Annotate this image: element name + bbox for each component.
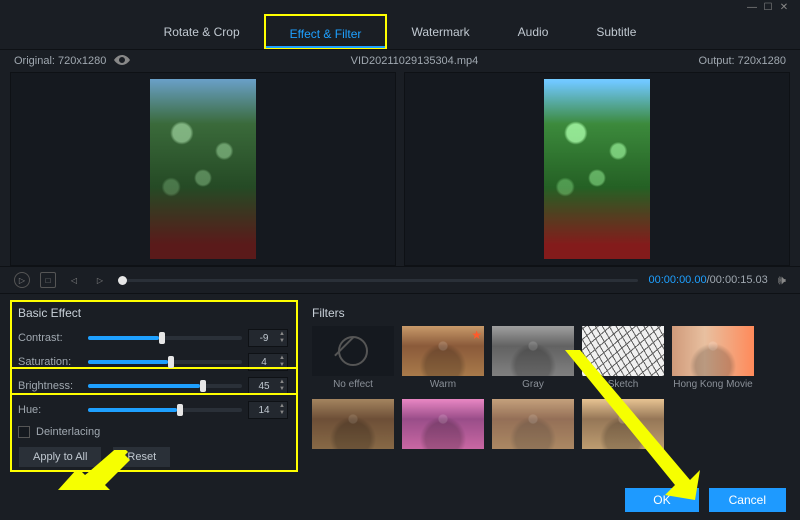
filter-6[interactable] [402,399,484,464]
preview-eye-icon[interactable] [114,55,130,68]
timecode: 00:00:00.00/00:00:15.03 [648,274,767,286]
preview-row [0,72,800,266]
tab-effect-filter[interactable]: Effect & Filter [264,14,388,49]
brightness-row: Brightness: 45 ▲▼ [18,374,288,398]
filter-label-3: Sketch [582,379,664,391]
original-res-label: Original: 720x1280 [14,55,106,67]
filter-label-5 [312,452,394,464]
tab-subtitle[interactable]: Subtitle [572,14,660,49]
filter-hongkong[interactable]: Hong Kong Movie [672,326,754,391]
filters-panel: Filters No effect ★ Warm Gray Sketch Hon… [308,300,790,476]
filter-7[interactable] [492,399,574,464]
filter-warm[interactable]: ★ Warm [402,326,484,391]
brightness-label: Brightness: [18,380,82,392]
contrast-row: Contrast: -9 ▲▼ [18,326,288,350]
filter-sketch[interactable]: Sketch [582,326,664,391]
brightness-spinner[interactable]: 45 ▲▼ [248,377,288,395]
preview-output [404,72,790,266]
contrast-slider[interactable] [88,336,242,340]
filter-label-4: Hong Kong Movie [672,379,754,391]
saturation-slider[interactable] [88,360,242,364]
brightness-down[interactable]: ▼ [279,386,285,393]
saturation-down[interactable]: ▼ [279,362,285,369]
filter-label-1: Warm [402,379,484,391]
hue-spinner[interactable]: 14 ▲▼ [248,401,288,419]
deinterlacing-checkbox[interactable] [18,426,30,438]
minimize-button[interactable]: — [744,2,760,14]
maximize-button[interactable]: ☐ [760,2,776,14]
filter-label-7 [492,452,574,464]
filter-8[interactable] [582,399,664,464]
brightness-slider[interactable] [88,384,242,388]
volume-icon[interactable]: 🕪 [778,272,786,288]
prev-frame-button[interactable]: ◁ [66,272,82,288]
titlebar: — ☐ ✕ [0,0,800,14]
reset-button[interactable]: Reset [112,446,171,468]
contrast-down[interactable]: ▼ [279,338,285,345]
brightness-value: 45 [249,381,279,392]
saturation-row: Saturation: 4 ▲▼ [18,350,288,374]
contrast-spinner[interactable]: -9 ▲▼ [248,329,288,347]
hue-row: Hue: 14 ▲▼ [18,398,288,422]
contrast-up[interactable]: ▲ [279,331,285,338]
footer: OK Cancel [625,488,786,512]
hue-value: 14 [249,405,279,416]
filter-5[interactable] [312,399,394,464]
brightness-up[interactable]: ▲ [279,379,285,386]
filter-label-8 [582,452,664,464]
no-effect-icon [338,336,368,366]
filter-grid: No effect ★ Warm Gray Sketch Hong Kong M… [312,326,786,464]
info-bar: Original: 720x1280 VID20211029135304.mp4… [0,50,800,72]
hue-slider[interactable] [88,408,242,412]
saturation-spinner[interactable]: 4 ▲▼ [248,353,288,371]
preview-original [10,72,396,266]
saturation-value: 4 [249,357,279,368]
hue-up[interactable]: ▲ [279,403,285,410]
stop-button[interactable]: □ [40,272,56,288]
close-button[interactable]: ✕ [776,2,792,14]
play-button[interactable]: ▷ [14,272,30,288]
output-res-label: Output: 720x1280 [699,55,786,67]
tab-watermark[interactable]: Watermark [387,14,493,49]
filename-label: VID20211029135304.mp4 [130,55,698,67]
ok-button[interactable]: OK [625,488,698,512]
hue-label: Hue: [18,404,82,416]
filter-gray[interactable]: Gray [492,326,574,391]
timeline-thumb[interactable] [118,276,127,285]
timeline-slider[interactable] [118,279,638,282]
basic-effect-panel: Basic Effect Contrast: -9 ▲▼ Saturation:… [10,300,298,476]
tabs: Rotate & Crop Effect & Filter Watermark … [0,14,800,50]
deinterlacing-label: Deinterlacing [36,426,100,438]
filter-label-0: No effect [312,379,394,391]
preview-original-thumb [150,79,256,259]
saturation-up[interactable]: ▲ [279,355,285,362]
deinterlacing-row: Deinterlacing [18,426,288,438]
filter-label-6 [402,452,484,464]
contrast-value: -9 [249,333,279,344]
contrast-label: Contrast: [18,332,82,344]
filter-no-effect[interactable]: No effect [312,326,394,391]
timecode-current: 00:00:00.00 [648,274,706,286]
hue-down[interactable]: ▼ [279,410,285,417]
filter-label-2: Gray [492,379,574,391]
timecode-total: 00:00:15.03 [710,274,768,286]
basic-effect-title: Basic Effect [18,306,288,320]
playback-bar: ▷ □ ◁ ▷ 00:00:00.00/00:00:15.03 🕪 [0,266,800,294]
apply-to-all-button[interactable]: Apply to All [18,446,102,468]
tab-audio[interactable]: Audio [494,14,573,49]
filters-title: Filters [312,306,786,320]
selected-star-icon: ★ [471,328,482,342]
tab-rotate-crop[interactable]: Rotate & Crop [140,14,264,49]
preview-output-thumb [544,79,650,259]
cancel-button[interactable]: Cancel [709,488,786,512]
saturation-label: Saturation: [18,356,82,368]
next-frame-button[interactable]: ▷ [92,272,108,288]
